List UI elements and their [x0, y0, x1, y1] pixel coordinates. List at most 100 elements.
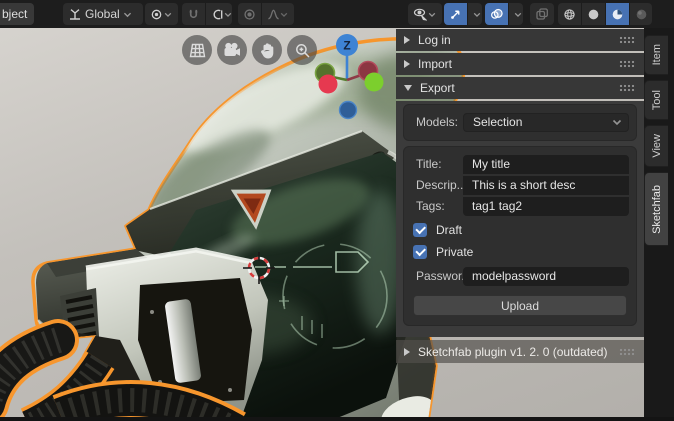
editor-divider[interactable]: [0, 417, 674, 421]
details-box: Title: My title Descrip.. This is a shor…: [403, 146, 637, 326]
indicator-dot: [80, 129, 85, 134]
visibility-dropdown[interactable]: [408, 3, 442, 25]
gizmos-toggle[interactable]: [444, 3, 467, 25]
gizmo-axis-y-pos[interactable]: [365, 73, 384, 92]
tab-view[interactable]: View: [644, 125, 668, 167]
xray-icon: [535, 7, 549, 21]
title-input[interactable]: My title: [463, 155, 629, 174]
proportional-editing-icon: [243, 8, 256, 21]
gizmos-group: [444, 3, 482, 25]
overlays-group: [485, 3, 523, 25]
snap-to-icon: [211, 8, 224, 21]
upload-button[interactable]: Upload: [413, 295, 627, 316]
solid-shading-icon: [587, 8, 600, 21]
panel-header-export[interactable]: Export: [396, 77, 644, 99]
tab-tool[interactable]: Tool: [644, 80, 668, 120]
description-input[interactable]: This is a short desc: [463, 176, 629, 195]
chevron-down-icon: [612, 118, 622, 126]
description-label: Descrip..: [411, 178, 463, 192]
overlays-toggle[interactable]: [485, 3, 508, 25]
tab-item[interactable]: Item: [644, 35, 668, 75]
password-value: modelpassword: [472, 269, 556, 283]
shading-solid[interactable]: [581, 3, 605, 25]
collapse-arrow-icon: [404, 36, 410, 44]
panel-header-login[interactable]: Log in: [396, 29, 644, 51]
pivot-point-dropdown[interactable]: [145, 3, 178, 25]
left-small-box: [45, 100, 74, 127]
panel-header-label: Export: [420, 81, 619, 95]
chevron-down-icon: [514, 11, 522, 18]
drag-grip-icon[interactable]: [619, 36, 636, 44]
falloff-curve-icon: [267, 8, 280, 21]
mode-dropdown[interactable]: bject: [0, 3, 34, 25]
password-label: Passwor..: [411, 269, 463, 283]
pivot-point-icon: [150, 8, 163, 21]
tags-input[interactable]: tag1 tag2: [463, 197, 629, 216]
magnet-toggle[interactable]: [182, 3, 205, 25]
shading-segmented-control: [558, 3, 652, 25]
material-shading-icon: [611, 8, 624, 21]
navigation-gizmo[interactable]: Z: [308, 30, 400, 122]
private-checkbox[interactable]: [413, 245, 427, 259]
upload-label: Upload: [501, 299, 539, 313]
collapse-arrow-icon: [404, 348, 410, 356]
proportional-editing-toggle[interactable]: [238, 3, 261, 25]
snap-to-dropdown[interactable]: [205, 3, 232, 25]
mode-label: bject: [2, 7, 27, 21]
drag-grip-icon[interactable]: [619, 84, 636, 92]
pan-hand-icon[interactable]: [252, 35, 282, 65]
cursor-3d: [240, 249, 278, 287]
yellow-indicator: [73, 139, 86, 164]
snapping-group: [182, 3, 232, 25]
overlays-icon: [490, 8, 503, 21]
models-box: Models: Selection: [403, 104, 637, 141]
proportional-editing-group: [238, 3, 294, 25]
camera-icon[interactable]: [217, 35, 247, 65]
password-input[interactable]: modelpassword: [463, 267, 629, 286]
drag-grip-icon[interactable]: [619, 348, 636, 356]
description-value: This is a short desc: [472, 178, 575, 192]
sidebar-tabstrip: Item Tool View Sketchfab: [644, 28, 674, 421]
rendered-shading-icon: [635, 8, 648, 21]
xray-toggle[interactable]: [530, 3, 554, 25]
gizmo-z-label: Z: [343, 39, 350, 53]
overlays-dropdown[interactable]: [508, 3, 523, 25]
blender-window: Z bject Global: [0, 0, 674, 421]
models-dropdown[interactable]: Selection: [463, 113, 629, 132]
shading-wireframe[interactable]: [558, 3, 581, 25]
shading-rendered[interactable]: [629, 3, 652, 25]
gizmo-axis-x-neg[interactable]: [319, 75, 338, 94]
draft-label: Draft: [436, 223, 462, 237]
gizmo-icon: [449, 8, 462, 21]
gizmos-dropdown[interactable]: [467, 3, 482, 25]
indicator-panel: [60, 128, 104, 178]
private-label: Private: [436, 245, 473, 259]
chevron-down-icon: [473, 11, 481, 18]
grid-icon[interactable]: [182, 35, 212, 65]
chevron-down-icon: [123, 11, 132, 18]
drag-grip-icon[interactable]: [619, 60, 636, 68]
chevron-down-icon: [280, 11, 288, 18]
orientation-icon: [68, 7, 82, 21]
orientation-label: Global: [82, 7, 123, 21]
visibility-icon: [413, 7, 427, 21]
plugin-version-label: Sketchfab plugin v1. 2. 0 (outdated): [418, 345, 619, 359]
panel-header-plugin-version[interactable]: Sketchfab plugin v1. 2. 0 (outdated): [396, 340, 644, 363]
draft-checkbox-row: Draft: [413, 221, 629, 238]
tab-label: View: [651, 128, 663, 164]
collapse-arrow-icon: [404, 60, 410, 68]
export-panel-body: Models: Selection Title: My title: [396, 101, 644, 337]
gizmo-axis-z-neg[interactable]: [340, 102, 357, 119]
shading-material-preview[interactable]: [605, 3, 629, 25]
viewport-nav-cluster: [182, 35, 317, 65]
orientation-dropdown[interactable]: Global: [63, 3, 143, 25]
panel-header-import[interactable]: Import: [396, 53, 644, 75]
falloff-dropdown[interactable]: [261, 3, 293, 25]
tab-sketchfab[interactable]: Sketchfab: [644, 172, 668, 246]
tab-label: Tool: [651, 84, 663, 116]
private-checkbox-row: Private: [413, 243, 629, 260]
tags-label: Tags:: [411, 199, 463, 213]
sketchfab-panel: Log in Import Export Models: Selection: [396, 29, 644, 363]
models-label: Models:: [411, 115, 463, 129]
draft-checkbox[interactable]: [413, 223, 427, 237]
